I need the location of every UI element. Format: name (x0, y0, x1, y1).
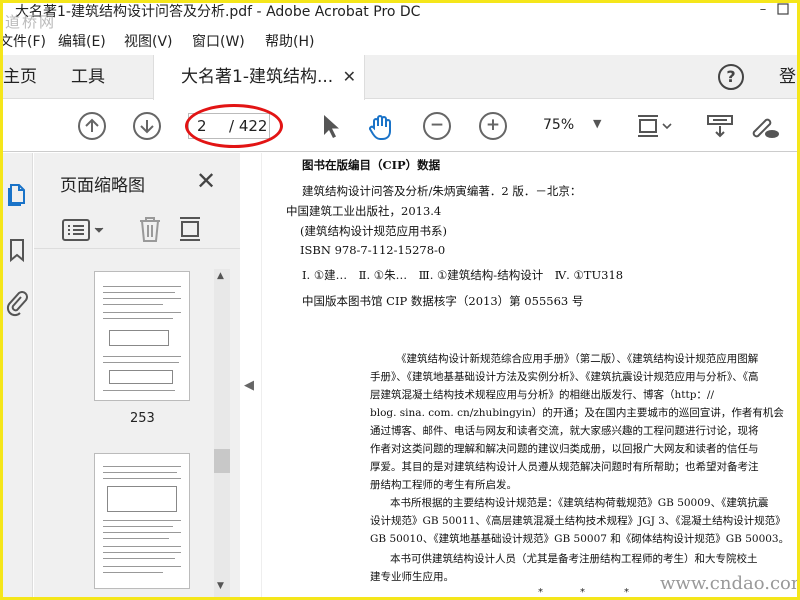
page-thumbnail-253[interactable] (94, 271, 190, 401)
tab-home[interactable]: 主页 (3, 55, 37, 99)
scroll-up-icon[interactable]: ▲ (217, 271, 224, 281)
menu-bar: 文件(F) 编辑(E) 视图(V) 窗口(W) 帮助(H) (3, 31, 797, 53)
body-line: 作者对这类问题的理解和解决问题的建议归类成册，以回报广大网友和读者的信任与 (370, 443, 759, 455)
page-number-label: 253 (130, 411, 155, 426)
body-line: 《建筑结构设计新规范综合应用手册》（第二版）、《建筑结构设计规范应用图解 (396, 353, 759, 365)
ornament-star: * (624, 587, 629, 597)
menu-help[interactable]: 帮助(H) (265, 33, 314, 51)
close-panel-icon[interactable]: ✕ (196, 167, 216, 195)
body-line: 层建筑混凝土结构技术规程应用与分析》的相继出版发行、博客（http：// (370, 389, 714, 401)
thumbnail-scrollbar[interactable]: ▲ ▼ (214, 269, 230, 597)
acrobat-window: 大名著1-建筑结构设计问答及分析.pdf - Adobe Acrobat Pro… (3, 3, 797, 597)
tab-document-label: 大名著1-建筑结构... (181, 67, 334, 87)
title-bar: 大名著1-建筑结构设计问答及分析.pdf - Adobe Acrobat Pro… (3, 3, 797, 31)
ornament-star: * (580, 587, 585, 597)
body-line: blog. sina. com. cn/zhubingyin）的开通；及在国内主… (370, 407, 784, 419)
page-display-icon[interactable] (635, 112, 672, 140)
delete-page-icon[interactable] (138, 215, 162, 247)
menu-file[interactable]: 文件(F) (3, 33, 46, 51)
select-pointer-icon[interactable] (316, 112, 344, 140)
collapse-panel-icon[interactable]: ◀ (244, 378, 260, 402)
toolbar: 2 / 422 − + 75% ▼ (3, 100, 797, 152)
cip-line: 建筑结构设计问答及分析/朱炳寅编著．2 版．－北京： (302, 184, 582, 198)
ornament-star: * (538, 587, 543, 597)
navigation-rail (3, 153, 33, 597)
scroll-mode-icon[interactable] (706, 112, 734, 140)
cip-line: ISBN 978-7-112-15278-0 (300, 243, 446, 257)
scrollbar-thumb[interactable] (214, 449, 230, 473)
cip-line: 中国版本图书馆 CIP 数据核字（2013）第 055563 号 (302, 294, 584, 308)
help-icon[interactable]: ? (718, 64, 744, 90)
insert-page-icon[interactable] (177, 215, 205, 247)
tab-document[interactable]: 大名著1-建筑结构... ✕ (153, 55, 365, 100)
cip-line: Ⅰ. ①建… Ⅱ. ①朱… Ⅲ. ①建筑结构-结构设计 Ⅳ. ①TU318 (302, 268, 624, 282)
thumbnails-panel: 页面缩略图 ✕ 253 ▲ ▼ (34, 153, 240, 597)
body-line: GB 50010、《建筑地基基础设计规范》GB 50007 和《砌体结构设计规范… (370, 533, 790, 545)
bookmark-icon[interactable] (7, 237, 27, 267)
red-highlight-oval (185, 104, 283, 148)
attachment-icon[interactable] (6, 291, 28, 321)
window-title: 大名著1-建筑结构设计问答及分析.pdf - Adobe Acrobat Pro… (15, 4, 421, 20)
previous-page-icon[interactable] (78, 112, 106, 140)
thumbnail-toolbar (34, 209, 240, 249)
cip-line: 中国建筑工业出版社，2013.4 (286, 204, 442, 218)
cip-line: (建筑结构设计规范应用书系) (300, 224, 447, 238)
hand-tool-icon[interactable] (366, 112, 394, 140)
page-thumbnails-icon[interactable] (7, 181, 27, 211)
tab-bar: 主页 工具 大名著1-建筑结构... ✕ ? 登 (3, 55, 797, 100)
zoom-level[interactable]: 75% (543, 117, 574, 133)
maximize-icon[interactable] (775, 3, 791, 19)
share-link-icon[interactable] (748, 112, 779, 140)
document-view: 图书在版编目（CIP）数据 建筑结构设计问答及分析/朱炳寅编著．2 版．－北京：… (261, 153, 797, 597)
minimize-icon[interactable]: – (755, 3, 771, 19)
body-line: 本书所根据的主要结构设计规范是：《建筑结构荷载规范》GB 50009、《建筑抗震 (390, 497, 769, 509)
menu-view[interactable]: 视图(V) (124, 33, 173, 51)
zoom-dropdown-icon[interactable]: ▼ (593, 117, 601, 130)
body-line: 册结构工程师的考生有所启发。 (370, 479, 517, 491)
zoom-out-icon[interactable]: − (423, 112, 451, 140)
page-thumbnail-254[interactable] (94, 453, 190, 589)
body-line: 通过博客、邮件、电话与网友和读者交流，就大家感兴趣的工程问题进行讨论，现将 (370, 425, 759, 437)
login-button[interactable]: 登 (779, 55, 796, 99)
close-tab-icon[interactable]: ✕ (343, 55, 356, 99)
zoom-in-icon[interactable]: + (479, 112, 507, 140)
body-line: 设计规范》GB 50011、《高层建筑混凝土结构技术规程》JGJ 3、《混凝土结… (370, 515, 786, 527)
cip-heading: 图书在版编目（CIP）数据 (302, 158, 441, 172)
menu-window[interactable]: 窗口(W) (192, 33, 245, 51)
tab-tools[interactable]: 工具 (71, 55, 105, 99)
body-line: 厚爱。其目的是对建筑结构设计人员遵从规范解决问题时有所帮助；也希望对备考注 (370, 461, 759, 473)
body-line: 建专业师生应用。 (370, 571, 454, 583)
menu-edit[interactable]: 编辑(E) (58, 33, 106, 51)
body-line: 手册》、《建筑地基基础设计方法及实例分析》、《建筑抗震设计规范应用与分析》、《高 (370, 371, 759, 383)
scroll-down-icon[interactable]: ▼ (217, 581, 224, 591)
site-watermark: 道桥网 (5, 13, 57, 31)
next-page-icon[interactable] (133, 112, 161, 140)
body-line: 本书可供建筑结构设计人员（尤其是备考注册结构工程师的考生）和大专院校土 (390, 553, 758, 565)
panel-title: 页面缩略图 (60, 176, 145, 196)
page-watermark: www.cndao.com (660, 573, 797, 594)
options-menu-icon[interactable] (62, 219, 106, 245)
